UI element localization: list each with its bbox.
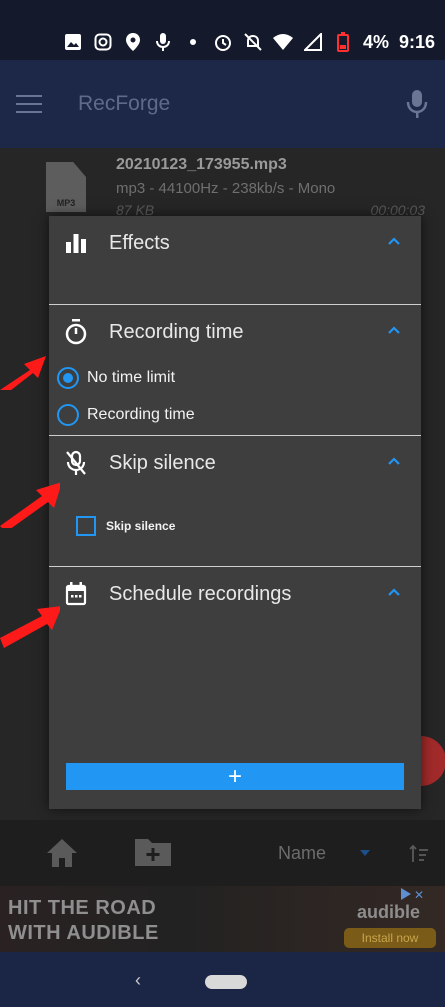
sort-icon[interactable] (409, 844, 429, 864)
audio-file-icon: MP3 (46, 162, 86, 212)
signal-icon (303, 32, 323, 52)
radio-label: No time limit (87, 369, 176, 386)
ad-headline-line2: WITH AUDIBLE (8, 922, 159, 944)
radio-no-time-limit[interactable]: No time limit (57, 365, 175, 391)
file-name: 20210123_173955.mp3 (116, 156, 287, 173)
back-icon[interactable]: ‹ (135, 970, 141, 991)
alarm-icon (213, 32, 233, 52)
ad-choices-icon[interactable] (401, 888, 411, 900)
location-icon (123, 32, 143, 52)
radio-recording-time[interactable]: Recording time (57, 402, 195, 428)
app-bar: RecForge (0, 60, 445, 148)
ad-headline: HIT THE ROAD WITH AUDIBLE (8, 896, 159, 946)
chevron-up-icon[interactable] (387, 234, 401, 248)
ad-banner[interactable]: HIT THE ROAD WITH AUDIBLE audible Instal… (0, 886, 445, 952)
checkbox-label: Skip silence (106, 519, 176, 533)
ad-close-icon[interactable]: ✕ (414, 888, 424, 902)
annotation-arrow-icon (0, 482, 60, 528)
add-schedule-button[interactable]: + (66, 763, 404, 790)
dropdown-arrow-icon[interactable] (360, 850, 370, 856)
radio-label: Recording time (87, 406, 195, 423)
app-title: RecForge (78, 92, 171, 115)
clock-time: 9:16 (398, 32, 435, 52)
radio-button[interactable] (57, 404, 79, 426)
skip-silence-checkbox[interactable] (76, 516, 96, 536)
section-title: Skip silence (109, 451, 216, 474)
mic-off-icon (63, 450, 89, 476)
chevron-up-icon[interactable] (387, 323, 401, 337)
ad-install-button[interactable]: Install now (344, 928, 436, 948)
stopwatch-icon (63, 319, 89, 345)
bottom-toolbar: Name (0, 820, 445, 886)
annotation-arrow-icon (0, 606, 60, 648)
new-folder-icon[interactable] (134, 837, 172, 867)
chevron-up-icon[interactable] (387, 585, 401, 599)
system-nav-bar: ‹ (0, 952, 445, 1007)
home-icon[interactable] (46, 838, 78, 868)
home-pill-icon[interactable] (205, 975, 247, 989)
ad-brand: audible (357, 902, 421, 922)
section-title: Effects (109, 231, 170, 254)
instagram-icon (93, 32, 113, 52)
options-sheet: Effects Recording time No time limit Rec… (49, 216, 421, 809)
sort-field-label[interactable]: Name (278, 843, 326, 864)
mic-small-icon (153, 32, 173, 52)
dot-icon (183, 32, 203, 52)
section-title: Recording time (109, 320, 244, 343)
hamburger-menu-icon[interactable] (16, 95, 42, 113)
section-skip-silence: Skip silence (49, 436, 421, 566)
section-header-schedule-recordings[interactable]: Schedule recordings (49, 567, 421, 621)
file-type-badge: MP3 (56, 198, 76, 208)
radio-button-selected[interactable] (57, 367, 79, 389)
section-header-effects[interactable]: Effects (49, 216, 421, 270)
skip-silence-option[interactable]: Skip silence (76, 516, 175, 536)
image-icon (63, 32, 83, 52)
annotation-arrow-icon (0, 356, 46, 390)
calendar-icon (63, 581, 89, 607)
bar-chart-icon (63, 230, 89, 256)
file-meta: mp3 - 44100Hz - 238kb/s - Mono (116, 180, 336, 197)
battery-percent: 4% (362, 32, 389, 52)
wifi-icon (272, 32, 293, 52)
notifications-off-icon (243, 32, 263, 52)
microphone-icon[interactable] (405, 89, 429, 119)
battery-icon (333, 32, 353, 52)
section-title: Schedule recordings (109, 582, 292, 605)
section-header-skip-silence[interactable]: Skip silence (49, 436, 421, 490)
section-effects: Effects (49, 216, 421, 304)
section-recording-time: Recording time No time limit Recording t… (49, 305, 421, 435)
chevron-up-icon[interactable] (387, 454, 401, 468)
section-header-recording-time[interactable]: Recording time (49, 305, 421, 359)
ad-headline-line1: HIT THE ROAD (8, 897, 157, 919)
